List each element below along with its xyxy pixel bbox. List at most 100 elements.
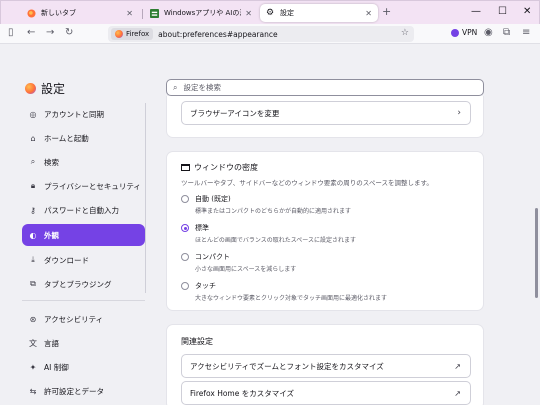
page-title: 設定 xyxy=(41,82,66,96)
option-label: コンパクト xyxy=(195,253,230,261)
option-description: 小さな画面用にスペースを減らします xyxy=(195,266,297,273)
account-icon: ◎ xyxy=(29,109,37,119)
bookmark-star-icon[interactable]: ☆ xyxy=(401,28,409,38)
sidebar-item-label: 検索 xyxy=(44,157,59,167)
sidebar-item-appearance[interactable]: ◐ 外観 xyxy=(22,224,145,246)
vpn-button[interactable]: VPN xyxy=(451,28,477,37)
tab-label: 設定 xyxy=(280,9,294,17)
related-settings-card: 関連設定 アクセシビリティでズームとフォント設定をカスタマイズ ↗ Firefo… xyxy=(166,324,484,405)
url-text[interactable]: about:preferences#appearance xyxy=(158,30,277,39)
sidebar-item-label: AI 制御 xyxy=(44,362,69,372)
sidebar-item-home[interactable]: ⌂ ホームと起動 xyxy=(22,127,145,149)
tab-label: Windowsアプリや AIの活用法、損 xyxy=(164,9,241,17)
sidebar-item-language[interactable]: 文 言語 xyxy=(22,332,145,354)
browser-icon-card: ブラウザーアイコンを変更 › xyxy=(166,96,484,138)
search-icon: ⌕ xyxy=(173,82,178,92)
link-label: Firefox Home をカスタマイズ xyxy=(190,388,295,398)
gear-icon: ⚙ xyxy=(266,7,275,18)
palette-icon: ◐ xyxy=(29,230,37,240)
density-option-auto[interactable]: 自動 (既定) 標準またはコンパクトのどちらかが自動的に適用されます xyxy=(181,194,351,215)
back-icon[interactable]: ← xyxy=(27,27,35,38)
external-link-icon: ↗ xyxy=(454,388,461,398)
radio-button[interactable] xyxy=(181,224,189,232)
permissions-icon: ⇆ xyxy=(29,386,37,396)
radio-button[interactable] xyxy=(181,253,189,261)
external-link-icon: ↗ xyxy=(454,361,461,371)
account-icon[interactable]: ◉ xyxy=(484,27,493,38)
sidebar-item-label: ダウンロード xyxy=(44,255,89,265)
change-browser-icon-button[interactable]: ブラウザーアイコンを変更 › xyxy=(181,101,471,125)
forward-icon[interactable]: → xyxy=(46,27,54,38)
new-tab-button[interactable]: + xyxy=(382,5,391,18)
sidebar-separator xyxy=(22,300,145,301)
tab-label: 新しいタブ xyxy=(41,9,76,17)
page-scrollbar[interactable] xyxy=(535,208,538,298)
sidebar-toggle-icon[interactable]: ▯ xyxy=(8,27,14,38)
chevron-right-icon: › xyxy=(457,108,461,118)
density-option-normal[interactable]: 標準 ほとんどの画面でバランスの取れたスペースに設定されます xyxy=(181,223,356,244)
settings-search[interactable]: ⌕ 設定を検索 xyxy=(166,79,484,96)
close-icon[interactable]: ✕ xyxy=(365,9,372,18)
home-icon: ⌂ xyxy=(30,133,36,143)
tabs-icon: ⧉ xyxy=(30,279,36,288)
density-option-touch[interactable]: タッチ 大きなウィンドウ要素とクリック対象でタッチ画面用に最適化されます xyxy=(181,281,387,302)
radio-button[interactable] xyxy=(181,195,189,203)
density-title: ウィンドウの密度 xyxy=(181,162,258,173)
tab-new-tab[interactable]: 新しいタブ ✕ xyxy=(21,4,139,22)
sidebar-item-downloads[interactable]: ⤓ ダウンロード xyxy=(22,249,145,271)
identity-box[interactable]: Firefox xyxy=(111,28,154,40)
tab-strip: 新しいタブ ✕ Windowsアプリや AIの活用法、損 ✕ ⚙ 設定 ✕ + … xyxy=(0,0,540,24)
tab-settings[interactable]: ⚙ 設定 ✕ xyxy=(260,4,378,22)
site-icon xyxy=(150,8,159,18)
search-icon: ⌕ xyxy=(30,157,36,166)
sidebar-item-label: プライバシーとセキュリティ xyxy=(44,181,141,191)
minimize-button[interactable]: — xyxy=(471,6,481,17)
extensions-icon[interactable]: ⧉ xyxy=(503,27,510,38)
sidebar-item-permissions[interactable]: ⇆ 許可設定とデータ xyxy=(22,380,145,402)
related-link-accessibility[interactable]: アクセシビリティでズームとフォント設定をカスタマイズ ↗ xyxy=(181,354,471,378)
sidebar-item-ai-controls[interactable]: ✦ AI 制御 xyxy=(22,356,145,378)
option-label: タッチ xyxy=(195,282,216,290)
window-icon xyxy=(181,164,190,171)
sidebar-item-label: ホームと起動 xyxy=(44,133,89,143)
close-window-button[interactable]: ✕ xyxy=(523,6,531,17)
url-bar[interactable]: Firefox about:preferences#appearance ☆ xyxy=(108,26,414,42)
related-link-firefox-home[interactable]: Firefox Home をカスタマイズ ↗ xyxy=(181,381,471,405)
sidebar-item-privacy[interactable]: 🔒︎ プライバシーとセキュリティ xyxy=(22,175,145,197)
tab-article[interactable]: Windowsアプリや AIの活用法、損 ✕ xyxy=(144,4,258,22)
density-option-compact[interactable]: コンパクト 小さな画面用にスペースを減らします xyxy=(181,252,296,273)
sidebar-item-passwords[interactable]: ⚷ パスワードと自動入力 xyxy=(22,199,145,221)
maximize-button[interactable]: ☐ xyxy=(498,6,507,17)
key-icon: ⚷ xyxy=(30,205,36,215)
sidebar-item-search[interactable]: ⌕ 検索 xyxy=(22,151,145,173)
tab-separator xyxy=(142,9,143,19)
sidebar-item-label: 許可設定とデータ xyxy=(44,386,104,396)
density-description: ツールバーやタブ、サイドバーなどのウィンドウ要素の周りのスペースを調整します。 xyxy=(181,179,433,187)
reload-icon[interactable]: ↻ xyxy=(65,27,73,38)
sidebar-divider xyxy=(145,103,146,293)
sidebar-item-label: 外観 xyxy=(44,230,59,240)
link-label: アクセシビリティでズームとフォント設定をカスタマイズ xyxy=(190,361,384,371)
language-icon: 文 xyxy=(29,338,37,348)
card-title-text: ウィンドウの密度 xyxy=(194,163,258,172)
radio-button[interactable] xyxy=(181,282,189,290)
density-card: ウィンドウの密度 ツールバーやタブ、サイドバーなどのウィンドウ要素の周りのスペー… xyxy=(166,151,484,311)
nav-toolbar: ▯ ← → ↻ Firefox about:preferences#appear… xyxy=(0,24,540,44)
sidebar-item-label: 言語 xyxy=(44,338,59,348)
button-label: ブラウザーアイコンを変更 xyxy=(190,108,280,118)
sidebar-item-sync[interactable]: ◎ アカウントと同期 xyxy=(22,103,145,125)
sidebar-item-accessibility[interactable]: ⊛ アクセシビリティ xyxy=(22,308,145,330)
settings-brand: 設定 xyxy=(25,80,65,97)
card-title-text: 関連設定 xyxy=(181,337,213,346)
vpn-label: VPN xyxy=(462,28,478,37)
close-icon[interactable]: ✕ xyxy=(126,9,133,18)
close-icon[interactable]: ✕ xyxy=(245,9,252,18)
menu-icon[interactable]: ≡ xyxy=(522,27,530,38)
option-label: 標準 xyxy=(195,224,209,232)
sidebar-item-tabs[interactable]: ⧉ タブとブラウジング xyxy=(22,273,145,295)
related-title: 関連設定 xyxy=(181,336,213,347)
sidebar-item-label: アクセシビリティ xyxy=(44,314,104,324)
firefox-icon xyxy=(27,8,36,18)
lock-icon: 🔒︎ xyxy=(30,181,36,190)
search-input[interactable]: 設定を検索 xyxy=(183,82,221,93)
